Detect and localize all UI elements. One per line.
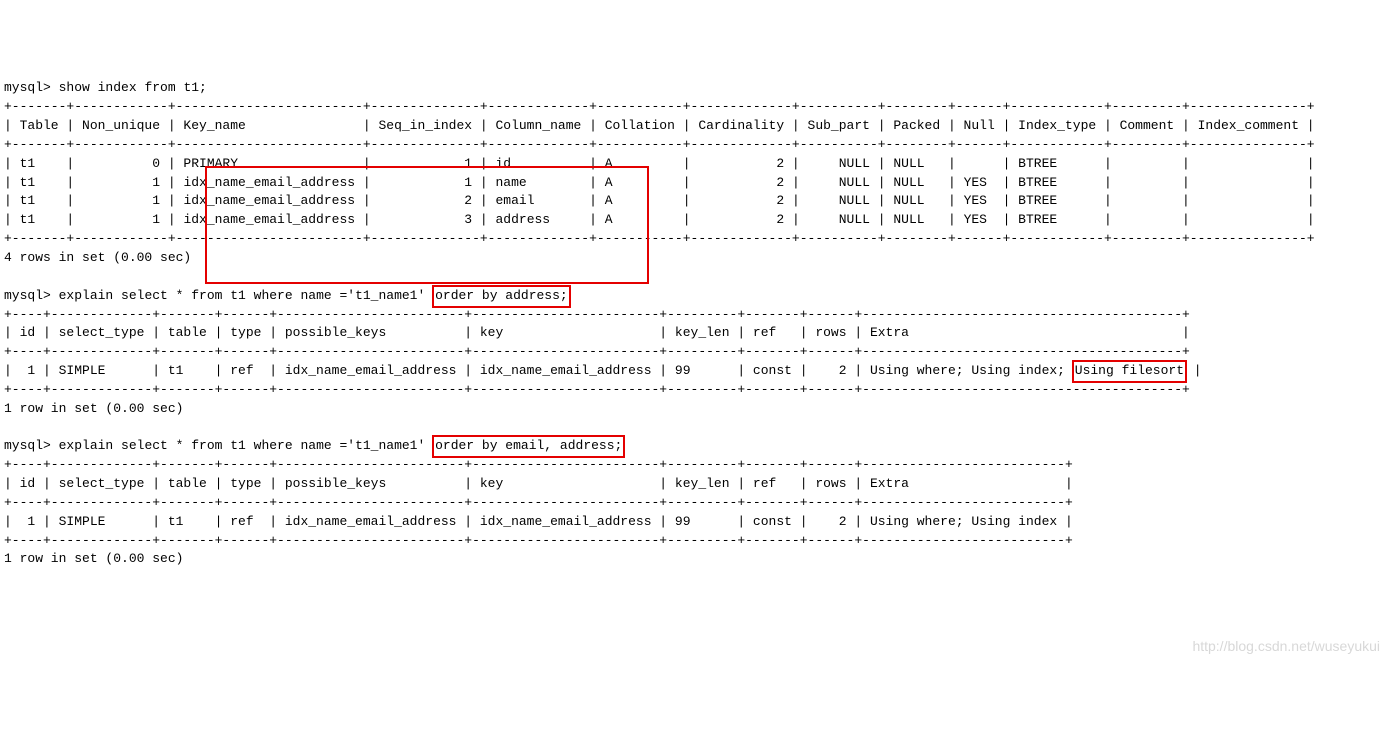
header-row: | id | select_type | table | type | poss… xyxy=(4,325,1190,340)
cell-suffix: | xyxy=(1186,363,1202,378)
result-summary: 1 row in set (0.00 sec) xyxy=(4,551,183,566)
sql-command-2: explain select * from t1 where name ='t1… xyxy=(59,288,570,303)
separator: +----+-------------+-------+------+-----… xyxy=(4,533,1073,548)
highlighted-order-by: order by address; xyxy=(432,285,571,308)
separator: +-------+------------+------------------… xyxy=(4,231,1315,246)
table-row: | 1 | SIMPLE | t1 | ref | idx_name_email… xyxy=(4,363,1202,378)
sql-command-3: explain select * from t1 where name ='t1… xyxy=(59,438,625,453)
sql-command-1: show index from t1; xyxy=(59,80,207,95)
cell-prefix: | t1 | 1 | xyxy=(4,193,183,208)
highlighted-index-cell: idx_name_email_address | 1 | name xyxy=(183,175,550,190)
cell-prefix: | t1 | 1 | xyxy=(4,175,183,190)
table-row: | t1 | 0 | PRIMARY | 1 | id | A | 2 | NU… xyxy=(4,156,1315,171)
prompt: mysql> xyxy=(4,288,51,303)
table-row: | 1 | SIMPLE | t1 | ref | idx_name_email… xyxy=(4,514,1073,529)
separator: +----+-------------+-------+------+-----… xyxy=(4,457,1073,472)
prompt: mysql> xyxy=(4,80,51,95)
separator: +----+-------------+-------+------+-----… xyxy=(4,382,1190,397)
separator: +-------+------------+------------------… xyxy=(4,99,1315,114)
prompt: mysql> xyxy=(4,438,51,453)
cell-suffix: | A | 2 | NULL | NULL | YES | BTREE | | … xyxy=(550,212,1315,227)
table-row: | t1 | 1 | idx_name_email_address | 1 | … xyxy=(4,175,1315,190)
cell-prefix: | t1 | 1 | xyxy=(4,212,183,227)
highlighted-index-cell: idx_name_email_address | 2 | email xyxy=(183,193,550,208)
table-row: | t1 | 1 | idx_name_email_address | 2 | … xyxy=(4,193,1315,208)
cmd-prefix: explain select * from t1 where name ='t1… xyxy=(59,438,433,453)
highlighted-filesort: Using filesort xyxy=(1072,360,1187,383)
separator: +-------+------------+------------------… xyxy=(4,137,1315,152)
terminal-output: mysql> show index from t1; +-------+----… xyxy=(4,79,1386,569)
separator: +----+-------------+-------+------+-----… xyxy=(4,495,1073,510)
cmd-prefix: explain select * from t1 where name ='t1… xyxy=(59,288,433,303)
result-summary: 4 rows in set (0.00 sec) xyxy=(4,250,191,265)
cell-prefix: | 1 | SIMPLE | t1 | ref | idx_name_email… xyxy=(4,363,1073,378)
separator: +----+-------------+-------+------+-----… xyxy=(4,307,1190,322)
table-row: | t1 | 1 | idx_name_email_address | 3 | … xyxy=(4,212,1315,227)
highlighted-order-by: order by email, address; xyxy=(432,435,625,458)
cell-suffix: | A | 2 | NULL | NULL | YES | BTREE | | … xyxy=(550,193,1315,208)
header-row: | id | select_type | table | type | poss… xyxy=(4,476,1073,491)
result-summary: 1 row in set (0.00 sec) xyxy=(4,401,183,416)
watermark: http://blog.csdn.net/wuseyukui xyxy=(1192,636,1380,656)
header-row: | Table | Non_unique | Key_name | Seq_in… xyxy=(4,118,1315,133)
highlighted-index-cell: idx_name_email_address | 3 | address xyxy=(183,212,550,227)
cell-suffix: | A | 2 | NULL | NULL | YES | BTREE | | … xyxy=(550,175,1315,190)
separator: +----+-------------+-------+------+-----… xyxy=(4,344,1190,359)
